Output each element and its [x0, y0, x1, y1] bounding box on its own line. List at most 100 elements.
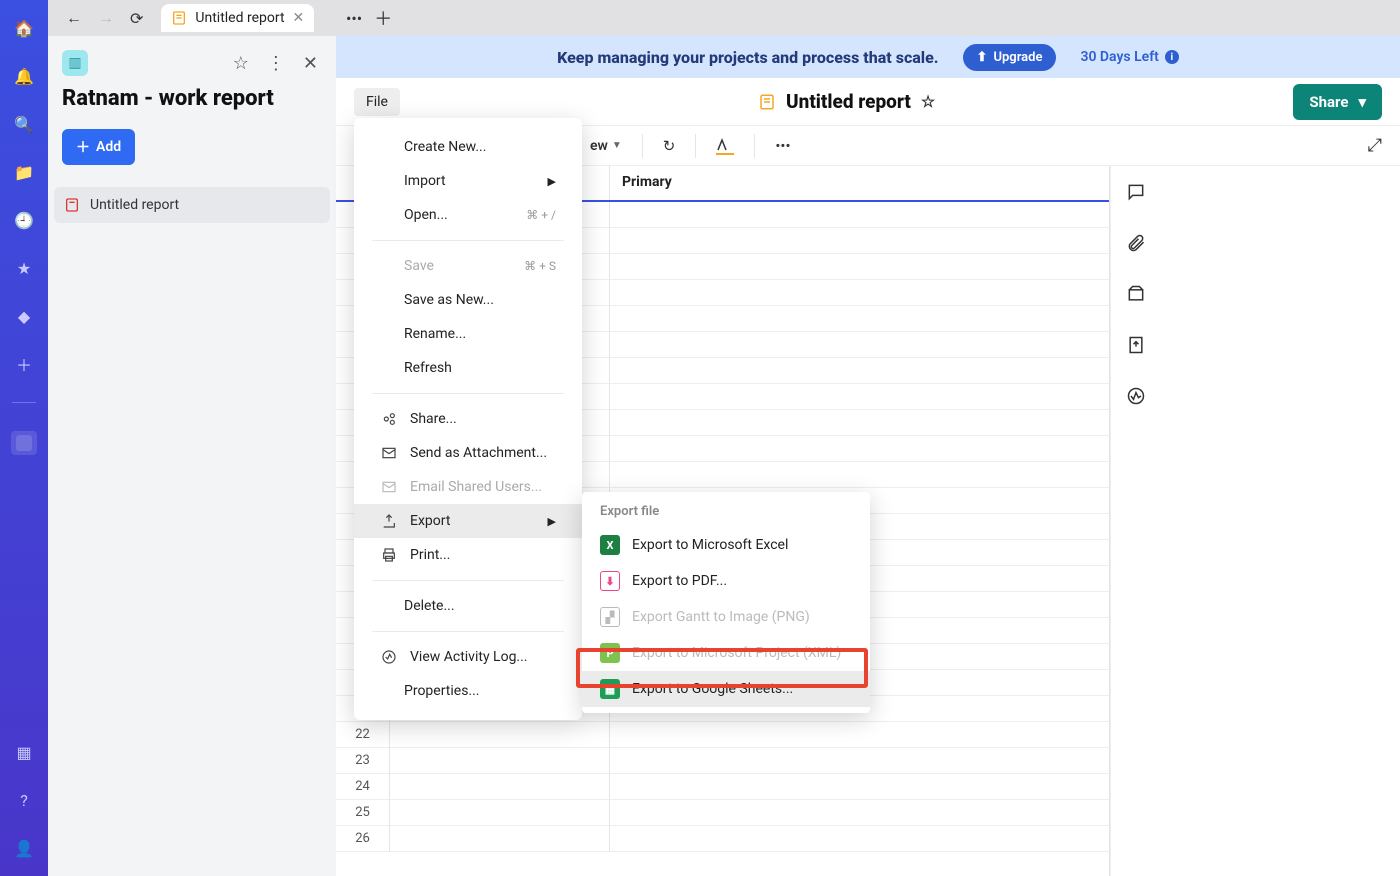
chevron-right-icon: ▶ [548, 515, 556, 528]
file-dropdown-menu: Create New... Import▶ Open...⌘ + / Save⌘… [354, 118, 582, 720]
tab-untitled-report[interactable]: Untitled report ✕ [161, 4, 314, 32]
export-item-excel[interactable]: X Export to Microsoft Excel [582, 527, 870, 563]
trial-days-left[interactable]: 30 Days Left i [1080, 49, 1178, 65]
menu-save: Save⌘ + S [354, 249, 582, 283]
excel-icon: X [600, 535, 620, 555]
upgrade-button-label: Upgrade [993, 50, 1042, 65]
bell-icon[interactable]: 🔔 [14, 66, 34, 86]
account-icon[interactable]: 👤 [14, 838, 34, 858]
search-icon[interactable]: 🔍 [14, 114, 34, 134]
add-button-label: Add [96, 139, 121, 155]
upgrade-button[interactable]: ⬆ Upgrade [963, 44, 1057, 71]
sidebar-panel: ← → ⟳ Untitled report ✕ ▥ ☆ ⋮ ✕ Ratnam -… [48, 0, 336, 876]
help-icon[interactable]: ? [14, 790, 34, 810]
right-rail [1110, 166, 1160, 876]
toolbar-separator [695, 134, 696, 158]
favorite-workspace-icon[interactable]: ☆ [229, 51, 253, 76]
menu-refresh[interactable]: Refresh [354, 351, 582, 385]
tabstrip-right: ••• ＋ [336, 0, 1400, 36]
table-row[interactable]: 25 [336, 800, 1109, 826]
table-row[interactable]: 26 [336, 826, 1109, 852]
menu-save-as-new[interactable]: Save as New... [354, 283, 582, 317]
row-number: 26 [336, 826, 390, 852]
folder-icon[interactable]: 📁 [14, 162, 34, 182]
mail-icon [380, 479, 398, 495]
menu-print[interactable]: Print... [354, 538, 582, 572]
comments-icon[interactable] [1126, 182, 1146, 207]
toolbar-separator [754, 134, 755, 158]
share-button[interactable]: Share ▾ [1293, 84, 1382, 120]
toolbar-separator [642, 134, 643, 158]
proofs-icon[interactable] [1126, 284, 1146, 309]
tab-overflow-icon[interactable]: ••• [346, 9, 362, 28]
chevron-down-icon: ▾ [1358, 93, 1366, 111]
menu-open[interactable]: Open...⌘ + / [354, 198, 582, 232]
menu-export[interactable]: Export▶ [354, 504, 582, 538]
file-menu-button[interactable]: File [354, 88, 400, 116]
row-number: 25 [336, 800, 390, 826]
activity-icon [380, 649, 398, 665]
highlight-icon[interactable] [716, 136, 734, 155]
grid-apps-icon[interactable]: ▦ [14, 742, 34, 762]
plus-icon: ＋ [76, 137, 90, 157]
home-icon[interactable]: 🏠 [14, 18, 34, 38]
plus-icon[interactable]: ＋ [14, 354, 34, 374]
activity-icon[interactable] [1126, 386, 1146, 411]
menu-delete[interactable]: Delete... [354, 589, 582, 623]
banner-text: Keep managing your projects and process … [557, 48, 938, 67]
table-row[interactable]: 22 [336, 722, 1109, 748]
rail-divider [12, 402, 36, 403]
export-item-gsheet[interactable]: ▦Export to Google Sheets... [582, 671, 870, 707]
workapps-icon[interactable]: ◆ [14, 306, 34, 326]
sidebar-item-untitled-report[interactable]: Untitled report [54, 187, 330, 223]
share-icon [380, 411, 398, 427]
table-row[interactable]: 24 [336, 774, 1109, 800]
star-icon[interactable]: ★ [14, 258, 34, 278]
favorite-report-icon[interactable]: ☆ [921, 92, 935, 111]
panel-header: ▥ ☆ ⋮ ✕ Ratnam - work report ＋ Add [48, 36, 336, 165]
workspace-menu-icon[interactable]: ⋮ [263, 51, 289, 76]
active-app-icon[interactable] [11, 431, 37, 455]
expand-icon[interactable]: ⤢ [1368, 135, 1382, 156]
info-icon: i [1165, 50, 1179, 64]
menu-properties[interactable]: Properties... [354, 674, 582, 708]
view-button[interactable]: ew ▼ [590, 138, 622, 154]
report-icon [758, 93, 776, 111]
workspace-logo: ▥ [62, 50, 88, 76]
menu-activity-log[interactable]: View Activity Log... [354, 640, 582, 674]
row-number: 23 [336, 748, 390, 774]
export-icon [380, 513, 398, 529]
menu-import[interactable]: Import▶ [354, 164, 582, 198]
refresh-icon[interactable]: ↻ [663, 137, 676, 155]
report-icon [171, 10, 187, 26]
close-tab-icon[interactable]: ✕ [293, 10, 305, 26]
new-tab-icon[interactable]: ＋ [374, 5, 392, 31]
chevron-right-icon: ▶ [548, 175, 556, 188]
forward-icon[interactable]: → [92, 4, 120, 32]
export-item-label: Export to Microsoft Excel [632, 537, 788, 553]
publish-icon[interactable] [1126, 335, 1146, 360]
menu-rename[interactable]: Rename... [354, 317, 582, 351]
export-item-pdf[interactable]: ⬇Export to PDF... [582, 563, 870, 599]
close-panel-icon[interactable]: ✕ [299, 51, 322, 76]
browser-tabbar: ← → ⟳ Untitled report ✕ [48, 0, 336, 36]
column-header-primary[interactable]: Primary [610, 166, 1109, 200]
export-item-png: ▞Export Gantt to Image (PNG) [582, 599, 870, 635]
menu-send-attachment[interactable]: Send as Attachment... [354, 436, 582, 470]
clock-icon[interactable]: 🕘 [14, 210, 34, 230]
row-number: 22 [336, 722, 390, 748]
attachments-icon[interactable] [1126, 233, 1146, 258]
export-item-proj: PExport to Microsoft Project (XML) [582, 635, 870, 671]
add-button[interactable]: ＋ Add [62, 129, 135, 165]
table-row[interactable]: 23 [336, 748, 1109, 774]
reload-icon[interactable]: ⟳ [124, 5, 149, 32]
export-item-label: Export Gantt to Image (PNG) [632, 609, 810, 625]
pdf-icon: ⬇ [600, 571, 620, 591]
share-button-label: Share [1309, 93, 1348, 111]
menu-create-new[interactable]: Create New... [354, 130, 582, 164]
export-submenu: Export file XExport to Microsoft Excel⬇E… [582, 492, 870, 713]
back-icon[interactable]: ← [60, 4, 88, 32]
row-number: 24 [336, 774, 390, 800]
menu-share[interactable]: Share... [354, 402, 582, 436]
more-icon[interactable]: ••• [775, 137, 790, 155]
